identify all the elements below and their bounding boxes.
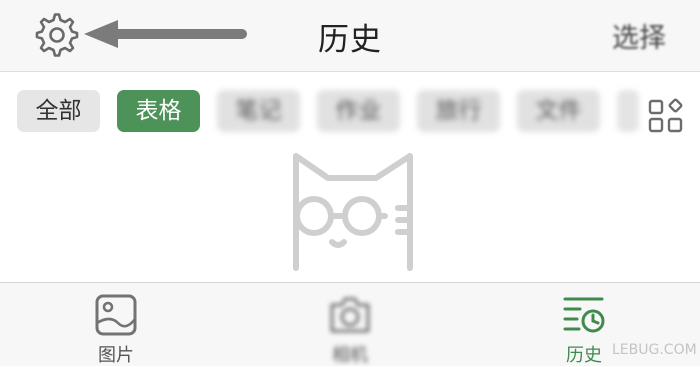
tab-images[interactable]: 图片 <box>36 283 196 367</box>
image-icon <box>95 294 137 336</box>
chip-all[interactable]: 全部 <box>17 90 100 132</box>
select-button[interactable]: 选择 <box>612 16 666 55</box>
filter-bar: 全部 表格 笔记 作业 旅行 文件 <box>0 72 700 154</box>
tab-bar: 图片 相机 历史 <box>0 282 700 366</box>
grid-icon[interactable] <box>648 98 684 134</box>
chip-files[interactable]: 文件 <box>517 90 600 132</box>
chip-notes[interactable]: 笔记 <box>217 90 300 132</box>
chip-homework[interactable]: 作业 <box>317 90 400 132</box>
chip-table[interactable]: 表格 <box>117 90 200 132</box>
tab-camera-label: 相机 <box>332 345 368 366</box>
chip-travel[interactable]: 旅行 <box>417 90 500 132</box>
tab-images-label: 图片 <box>98 345 134 366</box>
tab-camera[interactable]: 相机 <box>270 283 430 367</box>
chip-overflow[interactable] <box>617 90 639 132</box>
watermark: LEBUG.COM <box>612 342 697 358</box>
history-icon <box>563 297 605 333</box>
cat-with-glasses-icon <box>293 153 413 271</box>
camera-icon <box>330 297 370 333</box>
header-bar: 历史 选择 <box>0 0 700 72</box>
page-title: 历史 <box>318 22 382 58</box>
